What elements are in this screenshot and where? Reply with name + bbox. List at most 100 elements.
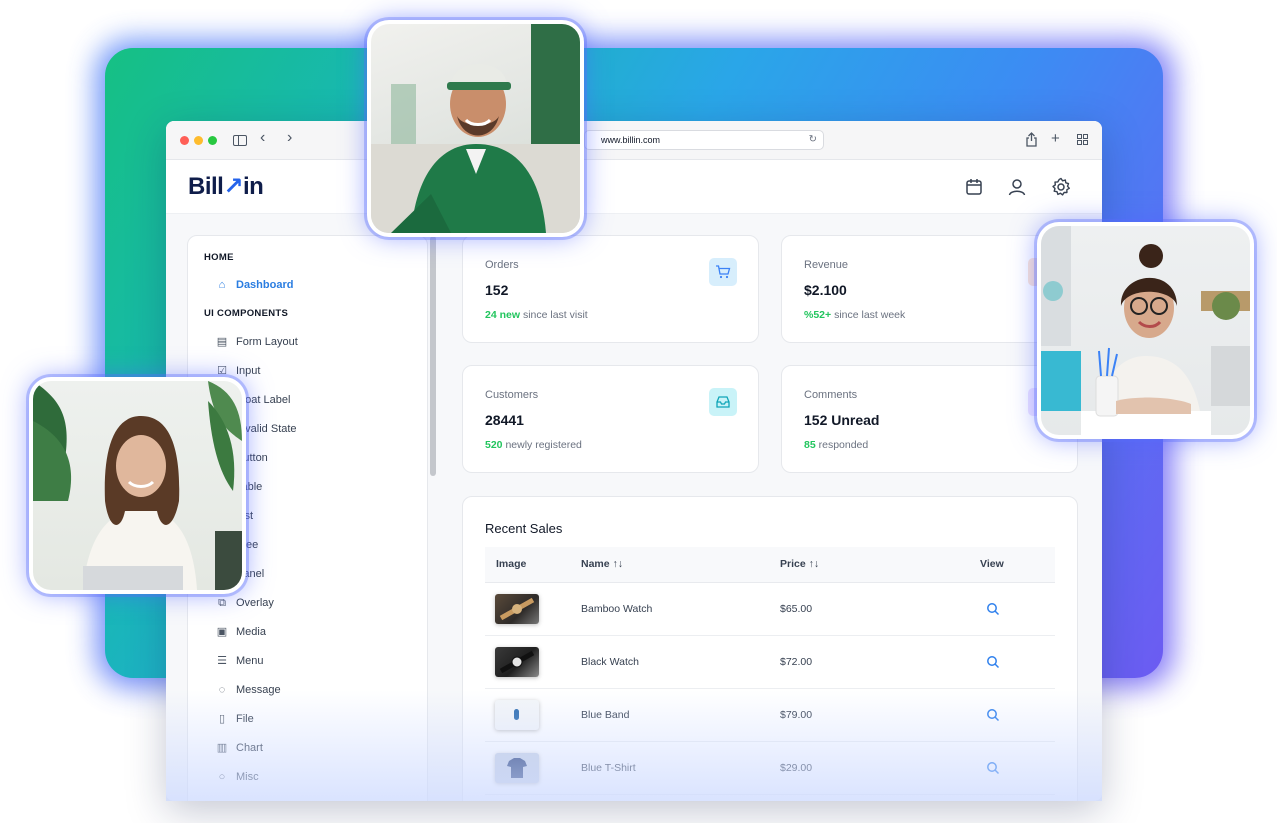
user-icon[interactable] — [1006, 176, 1028, 198]
stat-label: Customers — [485, 389, 539, 401]
tabs-overview-icon[interactable] — [1077, 134, 1088, 145]
main-content: HOME ⌂ Dashboard UI COMPONENTS ▤ Form La… — [166, 214, 1102, 801]
sidebar-toggle-icon[interactable] — [233, 135, 247, 146]
table-row: Blue T-Shirt $29.00 — [485, 742, 1055, 795]
stat-rest: since last week — [831, 309, 906, 321]
calendar-icon[interactable] — [963, 176, 985, 198]
logo-text-prefix: Bill — [188, 173, 224, 200]
reload-icon[interactable]: ↻ — [809, 131, 817, 149]
product-name: Blue Band — [581, 709, 630, 721]
file-icon: ▯ — [218, 713, 226, 725]
back-icon[interactable]: ‹ — [260, 129, 265, 147]
sort-icon[interactable]: ↑↓ — [613, 558, 624, 570]
sidebar-item-label: Dashboard — [236, 279, 294, 291]
gear-icon[interactable] — [1050, 176, 1072, 198]
forward-icon[interactable]: › — [287, 129, 292, 147]
photo-woman-long-hair — [29, 377, 246, 594]
table-row: Black Watch $72.00 — [485, 636, 1055, 689]
stat-sub: %52+ since last week — [804, 309, 905, 321]
product-price: $65.00 — [780, 603, 813, 615]
home-icon: ⌂ — [218, 279, 226, 291]
minimize-window-button[interactable] — [194, 136, 203, 145]
stat-sub: 85 responded — [804, 439, 868, 451]
comments-card: Comments 152 Unread 85 responded — [781, 365, 1078, 473]
inbox-icon — [709, 388, 737, 416]
stat-label: Orders — [485, 259, 519, 271]
circle-icon: ○ — [218, 771, 226, 783]
browser-window: ‹ › www.billin.com ↻ + Bill↗in HOME ⌂ Da… — [166, 121, 1102, 801]
search-icon[interactable] — [985, 654, 1001, 670]
sidebar-item-message[interactable]: ◌ Message — [216, 680, 281, 700]
customers-card: Customers 28441 520 newly registered — [462, 365, 759, 473]
stat-sub: 24 new since last visit — [485, 309, 588, 321]
product-image — [495, 647, 539, 677]
sidebar-section-home: HOME — [204, 252, 234, 263]
revenue-card: Revenue $2.100 %52+ since last week — [781, 235, 1078, 343]
stat-rest: newly registered — [502, 439, 582, 451]
table-header: Image Name ↑↓ Price ↑↓ View — [485, 547, 1055, 583]
sidebar-item-overlay[interactable]: ⧉ Overlay — [216, 593, 274, 613]
sidebar-item-label: Misc — [236, 771, 259, 783]
clone-icon: ⧉ — [218, 597, 226, 609]
stat-value: $2.100 — [804, 282, 847, 298]
product-price: $79.00 — [780, 709, 813, 721]
stat-highlight: %52+ — [804, 309, 832, 321]
sidebar-item-media[interactable]: ▣ Media — [216, 622, 266, 642]
recent-sales-title: Recent Sales — [485, 521, 563, 536]
chart-bar-icon: ▥ — [216, 742, 228, 754]
cart-icon — [709, 258, 737, 286]
share-icon[interactable] — [1025, 132, 1038, 147]
stat-highlight: 520 — [485, 439, 503, 451]
product-image — [495, 753, 539, 783]
sidebar-item-label: File — [236, 713, 254, 725]
stat-sub: 520 newly registered — [485, 439, 582, 451]
billin-logo[interactable]: Bill↗in — [188, 172, 264, 201]
search-icon[interactable] — [985, 707, 1001, 723]
search-icon[interactable] — [985, 760, 1001, 776]
stat-highlight: 24 new — [485, 309, 521, 321]
photo-image — [371, 24, 580, 233]
stat-rest: since last visit — [520, 309, 588, 321]
stat-highlight: 85 — [804, 439, 816, 451]
product-image — [495, 594, 539, 624]
column-header-image: Image — [496, 558, 527, 570]
comment-icon: ◌ — [218, 684, 226, 696]
sidebar-scrollbar[interactable] — [430, 236, 436, 476]
column-header-view: View — [980, 558, 1004, 570]
sidebar-item-chart[interactable]: ▥ Chart — [216, 738, 263, 758]
product-price: $72.00 — [780, 656, 813, 668]
table-row: Bamboo Watch $65.00 — [485, 583, 1055, 636]
id-card-icon: ▤ — [216, 336, 228, 348]
sidebar-item-label: Menu — [236, 655, 264, 667]
product-name: Black Watch — [581, 656, 639, 668]
sidebar-section-ui-components: UI COMPONENTS — [204, 308, 289, 319]
column-header-name[interactable]: Name ↑↓ — [581, 558, 623, 570]
product-name: Blue T-Shirt — [581, 762, 636, 774]
stat-label: Comments — [804, 389, 858, 401]
sidebar-item-dashboard[interactable]: ⌂ Dashboard — [216, 275, 294, 295]
table-row: Blue Band $79.00 — [485, 689, 1055, 742]
product-image — [495, 700, 539, 730]
sidebar-item-form-layout[interactable]: ▤ Form Layout — [216, 332, 298, 352]
search-icon[interactable] — [985, 601, 1001, 617]
photo-woman-glasses — [1037, 222, 1254, 439]
photo-man-green-shirt — [367, 20, 584, 237]
sort-icon[interactable]: ↑↓ — [809, 558, 820, 570]
sidebar-item-label: Input — [236, 365, 261, 377]
url-text: www.billin.com — [601, 135, 661, 145]
sidebar-item-file[interactable]: ▯ File — [216, 709, 254, 729]
sidebar-item-menu[interactable]: ☰ Menu — [216, 651, 264, 671]
address-bar[interactable]: www.billin.com ↻ — [584, 130, 824, 150]
close-window-button[interactable] — [180, 136, 189, 145]
stat-value: 152 — [485, 282, 509, 298]
sidebar-item-label: Form Layout — [236, 336, 298, 348]
sidebar-item-label: Media — [236, 626, 266, 638]
column-header-price[interactable]: Price ↑↓ — [780, 558, 819, 570]
photo-image — [1041, 226, 1250, 435]
photo-image — [33, 381, 242, 590]
recent-sales-card: Recent Sales Image Name ↑↓ Price ↑↓ View… — [462, 496, 1078, 801]
new-tab-icon[interactable]: + — [1051, 130, 1060, 148]
sidebar-item-misc[interactable]: ○ Misc — [216, 767, 259, 787]
product-name: Bamboo Watch — [581, 603, 653, 615]
maximize-window-button[interactable] — [208, 136, 217, 145]
